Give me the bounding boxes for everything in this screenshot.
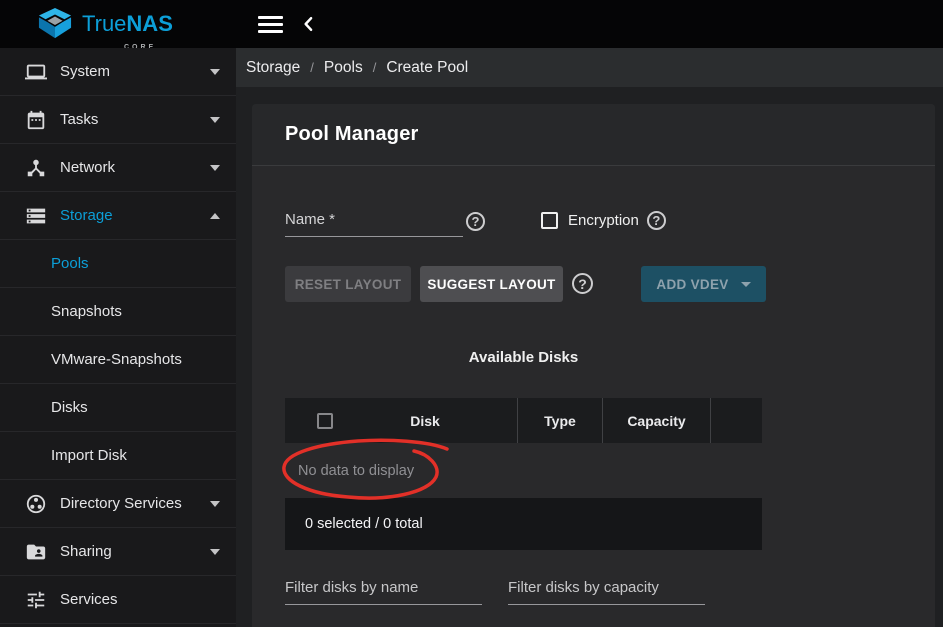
available-disks-title: Available Disks bbox=[285, 349, 762, 366]
storage-icon bbox=[25, 205, 47, 227]
menu-toggle-button[interactable] bbox=[258, 15, 284, 34]
encryption-checkbox[interactable] bbox=[541, 212, 558, 229]
selection-summary: 0 selected / 0 total bbox=[305, 516, 423, 532]
laptop-icon bbox=[25, 61, 47, 83]
select-all-checkbox[interactable] bbox=[317, 413, 333, 429]
suggest-layout-button[interactable]: SUGGEST LAYOUT bbox=[420, 266, 563, 302]
encryption-field: Encryption ? bbox=[541, 211, 666, 230]
tune-icon bbox=[25, 589, 47, 611]
reset-layout-button[interactable]: RESET LAYOUT bbox=[285, 266, 411, 302]
sidebar-item-label: VMware-Snapshots bbox=[51, 351, 182, 368]
group-work-icon bbox=[25, 493, 47, 515]
breadcrumb-separator: / bbox=[373, 60, 377, 75]
chevron-left-icon bbox=[299, 14, 319, 34]
sidebar-item-label: System bbox=[60, 63, 110, 80]
name-help-icon[interactable]: ? bbox=[466, 212, 485, 231]
card-header: Pool Manager bbox=[252, 104, 935, 166]
sidebar-item-disks[interactable]: Disks bbox=[0, 384, 236, 432]
chevron-down-icon bbox=[210, 69, 220, 75]
column-header-type: Type bbox=[518, 398, 603, 443]
pool-name-input[interactable] bbox=[285, 211, 463, 237]
sidebar-item-label: Storage bbox=[60, 207, 113, 224]
breadcrumb: Storage / Pools / Create Pool bbox=[236, 48, 943, 87]
encryption-help-icon[interactable]: ? bbox=[647, 211, 666, 230]
hamburger-icon bbox=[258, 16, 283, 19]
topbar: TrueNAS CORE bbox=[0, 0, 943, 48]
sidebar-item-system[interactable]: System bbox=[0, 48, 236, 96]
pool-manager-card: Pool Manager ? Encryption ? RESET LAYOUT… bbox=[252, 104, 935, 627]
layout-help-icon[interactable]: ? bbox=[572, 273, 593, 294]
table-empty-row: No data to display bbox=[285, 443, 762, 498]
sidebar-item-label: Pools bbox=[51, 255, 89, 272]
chevron-up-icon bbox=[210, 213, 220, 219]
breadcrumb-item-create-pool: Create Pool bbox=[386, 59, 468, 77]
sidebar-item-snapshots[interactable]: Snapshots bbox=[0, 288, 236, 336]
table-footer-row: 0 selected / 0 total bbox=[285, 498, 762, 550]
filter-disks-by-name-input[interactable] bbox=[285, 579, 482, 605]
truenas-app: TrueNAS CORE System Tasks Network Storage Po… bbox=[0, 0, 943, 627]
sidebar-item-import-disk[interactable]: Import Disk bbox=[0, 432, 236, 480]
folder-shared-icon bbox=[25, 541, 47, 563]
sidebar-item-tasks[interactable]: Tasks bbox=[0, 96, 236, 144]
empty-message: No data to display bbox=[298, 463, 414, 479]
chevron-down-icon bbox=[210, 117, 220, 123]
column-header-actions bbox=[711, 398, 762, 443]
card-body: ? Encryption ? RESET LAYOUT SUGGEST LAYO… bbox=[252, 167, 935, 627]
sidebar-item-services[interactable]: Services bbox=[0, 576, 236, 624]
sidebar-item-label: Snapshots bbox=[51, 303, 122, 320]
table-header-row: Disk Type Capacity bbox=[285, 398, 762, 443]
truenas-logo[interactable]: TrueNAS CORE bbox=[36, 5, 173, 43]
column-header-disk: Disk bbox=[285, 398, 518, 443]
breadcrumb-separator: / bbox=[310, 60, 314, 75]
sidebar-item-directory-services[interactable]: Directory Services bbox=[0, 480, 236, 528]
sidebar-item-sharing[interactable]: Sharing bbox=[0, 528, 236, 576]
sidebar-item-label: Directory Services bbox=[60, 495, 182, 512]
available-disks-table: Disk Type Capacity No data to display 0 … bbox=[285, 398, 762, 550]
chevron-down-icon bbox=[210, 165, 220, 171]
encryption-label: Encryption bbox=[568, 212, 639, 229]
calendar-icon bbox=[25, 109, 47, 131]
sidebar-item-vmware-snapshots[interactable]: VMware-Snapshots bbox=[0, 336, 236, 384]
breadcrumb-item-storage[interactable]: Storage bbox=[246, 59, 300, 77]
back-button[interactable] bbox=[299, 13, 321, 35]
sidebar-item-label: Import Disk bbox=[51, 447, 127, 464]
chevron-down-icon bbox=[210, 501, 220, 507]
chevron-down-icon bbox=[210, 549, 220, 555]
filter-disks-by-capacity-input[interactable] bbox=[508, 579, 705, 605]
page-title: Pool Manager bbox=[285, 123, 419, 146]
sidebar-item-label: Disks bbox=[51, 399, 88, 416]
sidebar-item-label: Services bbox=[60, 591, 118, 608]
brand-name: True bbox=[82, 11, 126, 36]
sidebar-item-label: Sharing bbox=[60, 543, 112, 560]
column-header-capacity: Capacity bbox=[603, 398, 711, 443]
breadcrumb-item-pools[interactable]: Pools bbox=[324, 59, 363, 77]
truenas-logo-icon bbox=[36, 7, 74, 41]
truenas-logo-text: TrueNAS CORE bbox=[82, 12, 173, 36]
sidebar-item-storage[interactable]: Storage bbox=[0, 192, 236, 240]
add-vdev-label: ADD VDEV bbox=[656, 277, 728, 292]
sidebar-item-label: Tasks bbox=[60, 111, 98, 128]
chevron-down-icon bbox=[741, 282, 751, 287]
device-hub-icon bbox=[25, 157, 47, 179]
sidebar-item-pools[interactable]: Pools bbox=[0, 240, 236, 288]
sidebar: System Tasks Network Storage Pools Snapshots V… bbox=[0, 48, 236, 627]
sidebar-item-network[interactable]: Network bbox=[0, 144, 236, 192]
sidebar-item-label: Network bbox=[60, 159, 115, 176]
add-vdev-button[interactable]: ADD VDEV bbox=[641, 266, 766, 302]
